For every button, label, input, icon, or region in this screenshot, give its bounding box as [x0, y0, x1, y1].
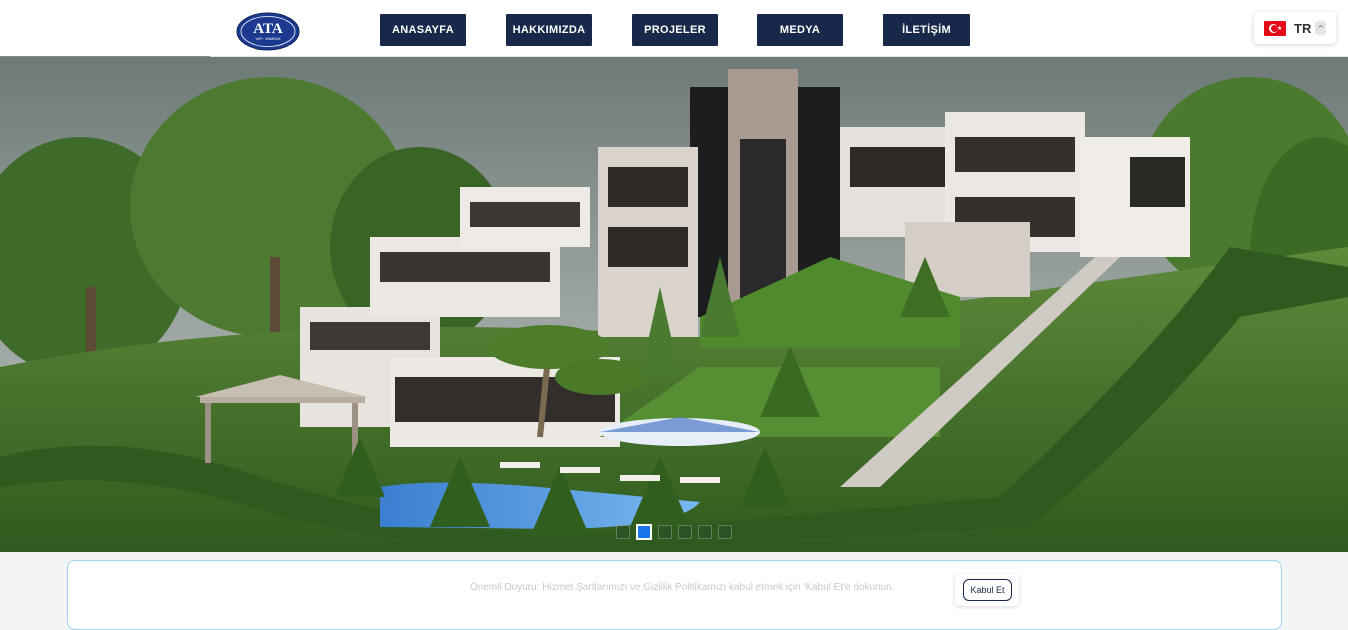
slider-dot[interactable] [698, 525, 712, 539]
brand-logo[interactable]: ATA YAPI · MİMARLIK [236, 12, 300, 51]
hero-slider-image [0, 57, 1348, 552]
nav-projects-button[interactable]: PROJELER [632, 14, 718, 46]
slider-dot[interactable] [658, 525, 672, 539]
nav-about-button[interactable]: HAKKIMIZDA [506, 14, 592, 46]
turkey-flag-icon: ★ [1264, 20, 1286, 36]
language-selector[interactable]: ★ TR ^ [1254, 12, 1336, 44]
chevron-up-icon: ^ [1315, 21, 1327, 35]
accept-button[interactable]: Kabul Et [963, 579, 1012, 601]
slider-dot-active[interactable] [636, 524, 652, 540]
slider-dot[interactable] [718, 525, 732, 539]
nav-home-button[interactable]: ANASAYFA [380, 14, 466, 46]
cookie-notice-text: Önemli Duyuru: Hizmet Şartlarımızı ve Gi… [470, 582, 895, 593]
language-code: TR [1294, 20, 1312, 36]
nav-media-button[interactable]: MEDYA [757, 14, 843, 46]
slider-dot[interactable] [678, 525, 692, 539]
cookie-notice-banner: Önemli Duyuru: Hizmet Şartlarımızı ve Gi… [67, 560, 1282, 630]
svg-text:ATA: ATA [253, 21, 283, 37]
nav-contact-button[interactable]: İLETİŞİM [883, 14, 970, 46]
slider-pagination [616, 524, 732, 540]
site-header: ATA YAPI · MİMARLIK ANASAYFA HAKKIMIZDA … [0, 0, 1348, 57]
slider-dot[interactable] [616, 525, 630, 539]
svg-text:YAPI · MİMARLIK: YAPI · MİMARLIK [255, 36, 281, 41]
accept-button-container: Kabul Et [955, 574, 1019, 606]
